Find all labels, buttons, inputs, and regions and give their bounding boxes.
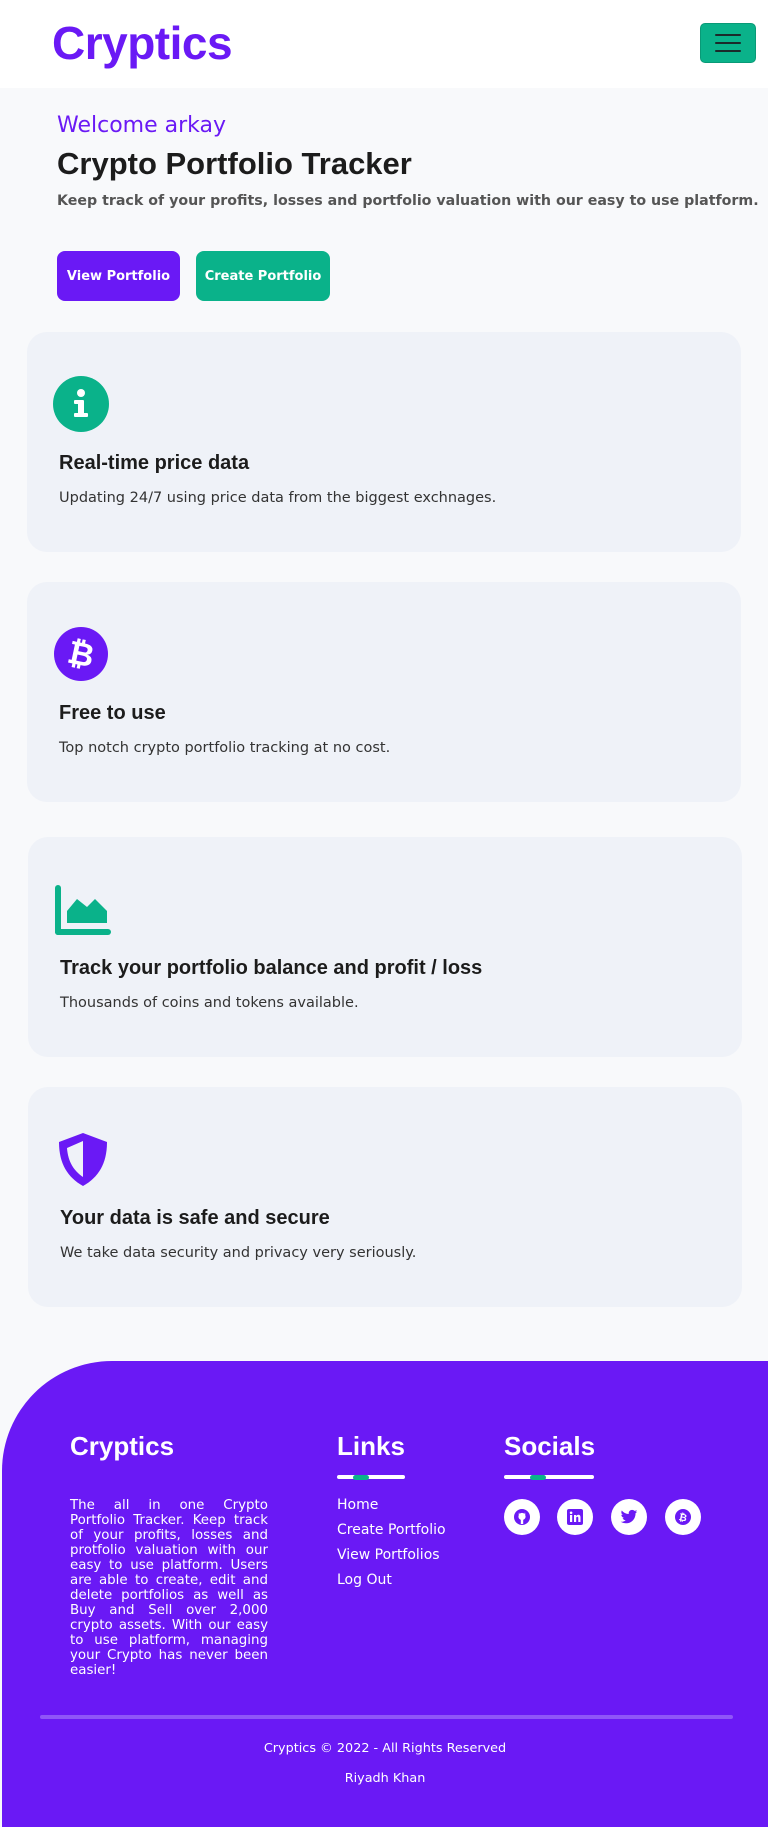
feature-title: Real-time price data (59, 452, 250, 474)
info-icon (53, 376, 109, 432)
shield-icon (59, 1133, 107, 1186)
feature-title: Your data is safe and secure (60, 1207, 330, 1229)
feature-text: Thousands of coins and tokens available. (60, 995, 359, 1011)
twitter-icon (620, 1509, 638, 1524)
footer-divider (40, 1715, 733, 1719)
hamburger-icon (715, 42, 741, 44)
feature-text: Top notch crypto portfolio tracking at n… (59, 740, 391, 756)
brand-logo[interactable]: Cryptics (52, 16, 233, 70)
hamburger-icon (715, 34, 741, 36)
footer-link-create-portfolio[interactable]: Create Portfolio (337, 1522, 446, 1538)
hamburger-icon (715, 50, 741, 52)
footer-links-heading: Links (337, 1431, 405, 1461)
feature-title: Free to use (59, 702, 166, 724)
footer-author: Riyadh Khan (344, 1771, 426, 1786)
footer-copyright: Cryptics © 2022 - All Rights Reserved (263, 1741, 507, 1756)
linkedin-link[interactable] (557, 1499, 593, 1535)
feature-text: We take data security and privacy very s… (60, 1245, 417, 1261)
page-title: Crypto Portfolio Tracker (57, 146, 412, 181)
bitcoin-link[interactable]: ₿ (665, 1499, 701, 1535)
footer-link-log-out[interactable]: Log Out (337, 1572, 392, 1588)
bitcoin-icon: ₿ (54, 627, 108, 681)
welcome-message: Welcome arkay (57, 113, 227, 138)
footer-socials-heading: Socials (504, 1431, 596, 1461)
feature-card: ₿ Free to use Top notch crypto portfolio… (27, 582, 741, 802)
view-portfolio-button[interactable]: View Portfolio (57, 251, 180, 301)
feature-card: Your data is safe and secure We take dat… (28, 1087, 742, 1307)
feature-title: Track your portfolio balance and profit … (60, 957, 483, 979)
page-subtitle: Keep track of your profits, losses and p… (57, 193, 759, 209)
feature-card: Real-time price data Updating 24/7 using… (27, 332, 741, 552)
footer-about-text: The all in one Crypto Portfolio Tracker.… (70, 1498, 268, 1678)
create-portfolio-button[interactable]: Create Portfolio (196, 251, 330, 301)
footer-link-home[interactable]: Home (337, 1497, 378, 1513)
bitcoin-icon: ₿ (675, 1509, 691, 1525)
linkedin-icon (567, 1509, 583, 1525)
github-link[interactable] (504, 1499, 540, 1535)
area-chart-icon (55, 885, 111, 935)
footer-link-view-portfolios[interactable]: View Portfolios (337, 1547, 440, 1563)
navbar: Cryptics (0, 0, 768, 88)
menu-toggle-button[interactable] (700, 23, 756, 63)
footer-brand: Cryptics (70, 1431, 175, 1461)
twitter-link[interactable] (611, 1499, 647, 1535)
feature-card: Track your portfolio balance and profit … (28, 837, 742, 1057)
heading-underline (504, 1474, 594, 1480)
github-icon (514, 1509, 530, 1525)
heading-underline (337, 1474, 405, 1480)
feature-text: Updating 24/7 using price data from the … (59, 490, 497, 506)
footer: Cryptics The all in one Crypto Portfolio… (2, 1361, 768, 1827)
